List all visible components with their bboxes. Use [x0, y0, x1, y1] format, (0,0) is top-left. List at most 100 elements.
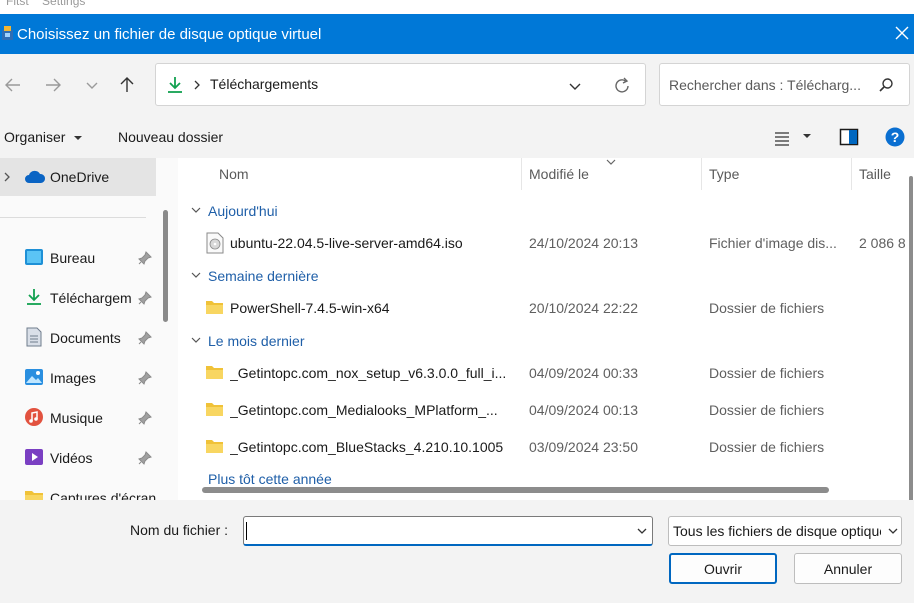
file-type-filter-value[interactable]: Tous les fichiers de disque optique virt…: [673, 523, 881, 539]
forward-button[interactable]: [40, 72, 66, 98]
vertical-scrollbar[interactable]: [909, 176, 913, 506]
search-placeholder[interactable]: Rechercher dans : Télécharg...: [669, 77, 861, 93]
file-size: 2 086 8: [859, 235, 906, 251]
file-row[interactable]: _Getintopc.com_Medialooks_MPlatform_... …: [198, 397, 914, 425]
pin-icon[interactable]: [138, 411, 152, 425]
column-header-type[interactable]: Type: [709, 166, 739, 182]
sidebar-item-musique[interactable]: Musique: [0, 400, 160, 436]
onedrive-cloud-icon: [25, 170, 46, 183]
dialog-title-bar[interactable]: Choisissez un fichier de disque optique …: [0, 14, 914, 54]
group-collapse-icon[interactable]: [190, 205, 202, 215]
pin-icon[interactable]: [138, 331, 152, 345]
file-name: _Getintopc.com_nox_setup_v6.3.0.0_full_i…: [230, 365, 507, 381]
file-modified: 03/09/2024 23:50: [529, 439, 638, 455]
sidebar-item-bureau[interactable]: Bureau: [0, 240, 160, 276]
file-modified: 04/09/2024 00:13: [529, 402, 638, 418]
filename-input[interactable]: [243, 516, 653, 546]
dialog-title: Choisissez un fichier de disque optique …: [17, 26, 322, 43]
chevron-down-icon[interactable]: [887, 526, 899, 536]
cancel-button[interactable]: Annuler: [794, 553, 902, 584]
chevron-down-icon[interactable]: [636, 526, 648, 536]
back-button[interactable]: [0, 72, 26, 98]
sidebar-item-videos[interactable]: Vidéos: [0, 440, 160, 476]
up-button[interactable]: [114, 72, 140, 98]
file-type: Fichier d'image dis...: [709, 235, 837, 251]
sidebar-item-documents[interactable]: Documents: [0, 320, 160, 356]
file-name: _Getintopc.com_Medialooks_MPlatform_...: [230, 402, 498, 418]
organize-menu-button[interactable]: Organiser: [4, 129, 83, 145]
text-caret: [246, 522, 247, 540]
sidebar-item-captures[interactable]: Captures d'écran: [0, 480, 160, 500]
view-list-icon[interactable]: [773, 130, 791, 146]
chevron-right-icon: [194, 80, 200, 90]
column-separator[interactable]: [701, 158, 702, 190]
file-row[interactable]: _Getintopc.com_nox_setup_v6.3.0.0_full_i…: [198, 360, 914, 388]
sidebar-item-telechargements[interactable]: Téléchargem: [0, 280, 160, 316]
chevron-down-icon: [86, 82, 98, 89]
documents-icon: [26, 327, 42, 347]
group-collapse-icon[interactable]: [190, 335, 202, 345]
file-row[interactable]: _Getintopc.com_BlueStacks_4.210.10.1005 …: [198, 434, 914, 462]
pin-icon[interactable]: [138, 371, 152, 385]
close-icon[interactable]: [892, 23, 912, 43]
column-header-name[interactable]: Nom: [219, 166, 249, 182]
folder-icon: [25, 491, 43, 500]
folder-icon: [206, 301, 223, 314]
column-separator[interactable]: [851, 158, 852, 190]
desktop-icon: [25, 249, 43, 265]
horizontal-scrollbar[interactable]: [202, 487, 829, 493]
column-header-modified[interactable]: Modifié le: [529, 166, 589, 182]
background-menu-item: Settings: [42, 0, 86, 8]
file-type: Dossier de fichiers: [709, 439, 825, 455]
help-icon[interactable]: ?: [885, 127, 905, 147]
breadcrumb-current[interactable]: Téléchargements: [210, 76, 318, 92]
file-modified: 20/10/2024 22:22: [529, 300, 638, 316]
arrow-left-icon: [5, 78, 20, 92]
file-row[interactable]: PowerShell-7.4.5-win-x64 20/10/2024 22:2…: [198, 295, 914, 323]
group-header[interactable]: Plus tôt cette année: [208, 471, 332, 487]
navigation-pane: OneDrive Bureau Téléchargem Documents Im…: [0, 158, 178, 500]
recent-locations-button[interactable]: [79, 72, 105, 98]
file-type: Dossier de fichiers: [709, 365, 825, 381]
sidebar-item-label: Captures d'écran: [50, 490, 157, 500]
group-header[interactable]: Aujourd'hui: [208, 203, 278, 219]
group-collapse-icon[interactable]: [190, 270, 202, 280]
column-header-size[interactable]: Taille: [859, 166, 891, 182]
address-bar[interactable]: Téléchargements: [155, 63, 646, 106]
view-options-caret-icon[interactable]: [802, 132, 812, 140]
file-list: Nom Modifié le Type Taille Aujourd'hui u…: [178, 158, 914, 500]
open-button[interactable]: Ouvrir: [669, 553, 777, 584]
file-row[interactable]: ubuntu-22.04.5-live-server-amd64.iso 24/…: [198, 230, 914, 258]
file-type-filter[interactable]: Tous les fichiers de disque optique virt…: [668, 516, 902, 546]
filename-label: Nom du fichier :: [130, 522, 229, 538]
videos-icon: [25, 449, 43, 465]
group-header[interactable]: Semaine dernière: [208, 268, 319, 284]
search-box[interactable]: Rechercher dans : Télécharg...: [659, 63, 910, 106]
search-icon[interactable]: [878, 77, 894, 93]
file-type: Dossier de fichiers: [709, 402, 825, 418]
preview-pane-icon[interactable]: [839, 128, 859, 146]
sidebar-item-images[interactable]: Images: [0, 360, 160, 396]
background-menu-item: Fitst: [6, 0, 29, 8]
images-icon: [25, 369, 43, 385]
new-folder-button[interactable]: Nouveau dossier: [118, 129, 223, 145]
expand-chevron-icon[interactable]: [2, 171, 12, 183]
app-icon: [2, 26, 13, 40]
column-separator[interactable]: [521, 158, 522, 190]
sidebar-item-label: OneDrive: [50, 169, 110, 185]
address-history-chevron-icon[interactable]: [568, 79, 582, 93]
pin-icon[interactable]: [138, 451, 152, 465]
sidebar-item-onedrive[interactable]: OneDrive: [0, 158, 156, 196]
sort-indicator-icon: [606, 159, 616, 165]
refresh-icon[interactable]: [612, 76, 632, 96]
file-modified: 04/09/2024 00:33: [529, 365, 638, 381]
dropdown-caret-icon: [74, 136, 83, 140]
svg-text:?: ?: [891, 129, 900, 145]
file-modified: 24/10/2024 20:13: [529, 235, 638, 251]
download-icon: [27, 289, 41, 305]
sidebar-scrollbar[interactable]: [163, 210, 168, 322]
folder-icon: [206, 403, 223, 416]
group-header[interactable]: Le mois dernier: [208, 333, 305, 349]
pin-icon[interactable]: [138, 251, 152, 265]
pin-icon[interactable]: [138, 291, 152, 305]
